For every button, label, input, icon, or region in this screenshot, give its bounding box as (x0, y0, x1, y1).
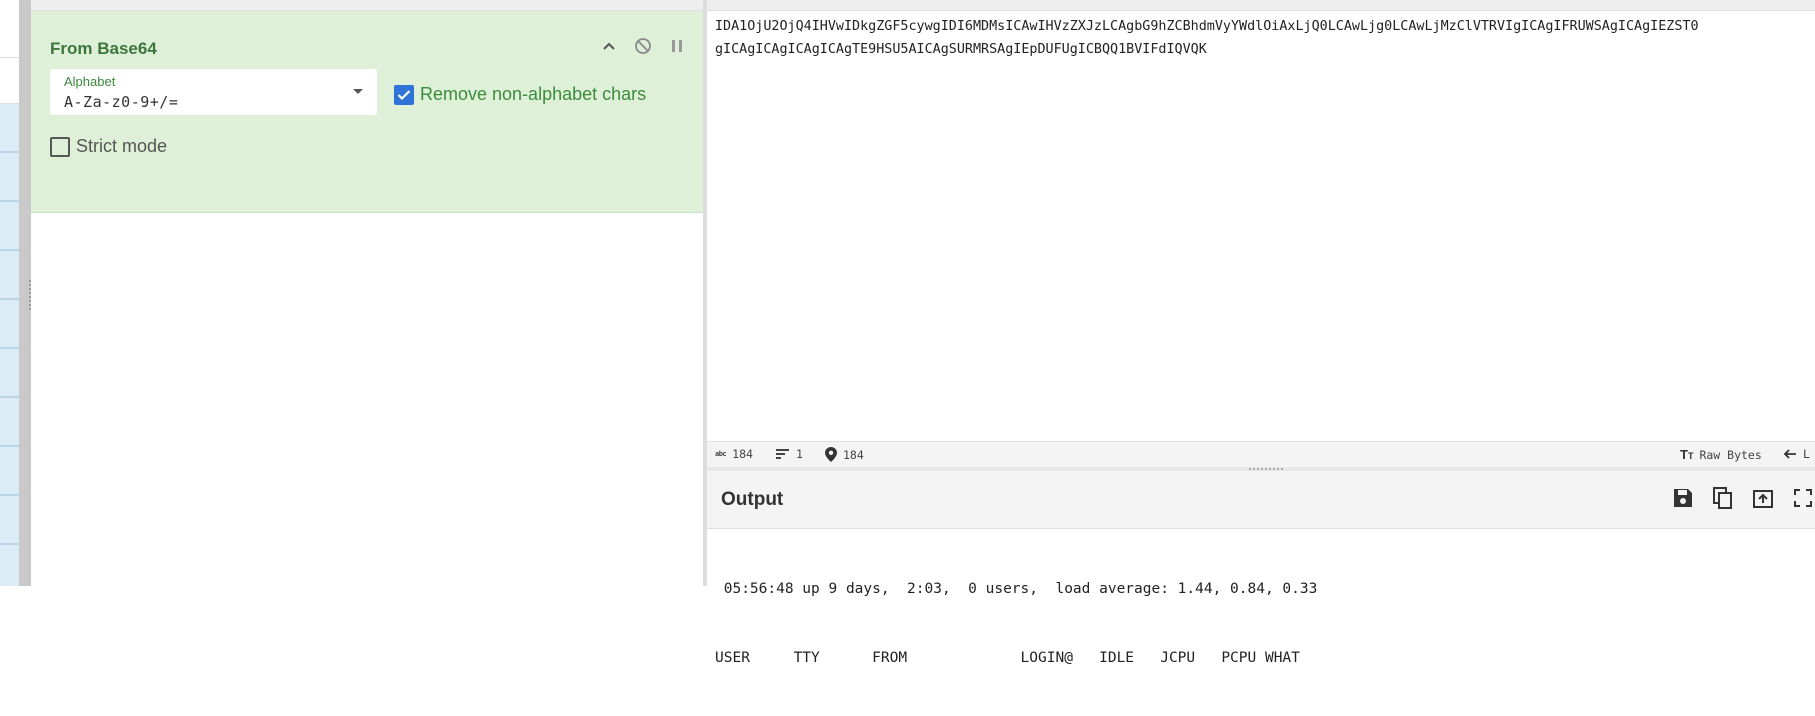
checkbox-checked-icon[interactable] (394, 84, 414, 105)
checkbox-unchecked-icon[interactable] (50, 136, 70, 157)
output-header: Output (707, 471, 1815, 529)
maximise-icon[interactable] (1791, 485, 1815, 511)
input-status-bar: abc 184 1 184 TT Raw Bytes L (707, 441, 1815, 468)
alphabet-label: Alphabet (64, 74, 116, 89)
operation-from-base64: From Base64 Alphabet A-Za-z0-9+/= Remove… (31, 11, 703, 213)
input-line: gICAgICAgICAgICAgTE9HSU5AICAgSURMRSAgIEp… (715, 42, 1207, 57)
gutter-grip[interactable] (1249, 468, 1283, 470)
recipe-panel: From Base64 Alphabet A-Za-z0-9+/= Remove… (31, 0, 703, 586)
length-value: 184 (732, 447, 753, 461)
position-value: 184 (843, 447, 864, 462)
alphabet-select[interactable]: Alphabet A-Za-z0-9+/= (50, 69, 377, 115)
operations-list-edge (0, 0, 19, 586)
output-toolbar (1671, 485, 1815, 511)
column-resize-gutter[interactable] (19, 0, 31, 586)
operation-title: From Base64 (50, 39, 157, 58)
replace-input-icon[interactable] (1751, 485, 1775, 511)
disable-icon[interactable] (633, 36, 653, 56)
location-pin-icon (825, 447, 837, 462)
output-line: 05:56:48 up 9 days, 2:03, 0 users, load … (715, 581, 1318, 597)
caret-down-icon[interactable] (353, 89, 363, 94)
operations-list-items[interactable] (0, 104, 19, 586)
divider (0, 57, 19, 58)
pause-icon[interactable] (667, 36, 687, 56)
copy-icon[interactable] (1711, 485, 1735, 511)
alphabet-value: A-Za-z0-9+/= (64, 93, 179, 111)
remove-non-alphabet-checkbox[interactable]: Remove non-alphabet chars (394, 84, 646, 105)
return-arrow-icon (1783, 449, 1796, 459)
lines-icon (776, 449, 789, 459)
abc-icon: abc (715, 450, 727, 458)
strict-mode-checkbox[interactable]: Strict mode (50, 136, 167, 157)
operation-controls (599, 36, 687, 56)
lines-stat: 1 (776, 447, 803, 461)
position-stat: 184 (825, 447, 864, 462)
length-stat: abc 184 (715, 447, 753, 461)
save-icon[interactable] (1671, 485, 1695, 511)
lines-value: 1 (796, 447, 803, 461)
chevron-up-icon[interactable] (599, 36, 619, 56)
io-panel: IDA1OjU2OjQ4IHVwIDkgZGF5cywgIDI6MDMsICAw… (707, 0, 1815, 666)
input-textarea[interactable]: IDA1OjU2OjQ4IHVwIDkgZGF5cywgIDI6MDMsICAw… (715, 15, 1815, 61)
text-type-icon: TT (1680, 447, 1694, 462)
output-textarea[interactable]: 05:56:48 up 9 days, 2:03, 0 users, load … (715, 532, 1815, 716)
input-header-band (707, 0, 1815, 11)
eol-label: L (1803, 447, 1810, 461)
output-title: Output (721, 489, 784, 510)
output-line: USER TTY FROM LOGIN@ IDLE JCPU PCPU WHAT (715, 650, 1300, 666)
encoding-label: Raw Bytes (1699, 447, 1762, 462)
remove-non-alphabet-label: Remove non-alphabet chars (420, 84, 647, 104)
eol-button[interactable]: L (1783, 447, 1810, 461)
strict-mode-label: Strict mode (76, 136, 168, 156)
input-line: IDA1OjU2OjQ4IHVwIDkgZGF5cywgIDI6MDMsICAw… (715, 19, 1699, 34)
encoding-button[interactable]: TT Raw Bytes (1680, 447, 1762, 462)
recipe-header-band (31, 0, 703, 11)
